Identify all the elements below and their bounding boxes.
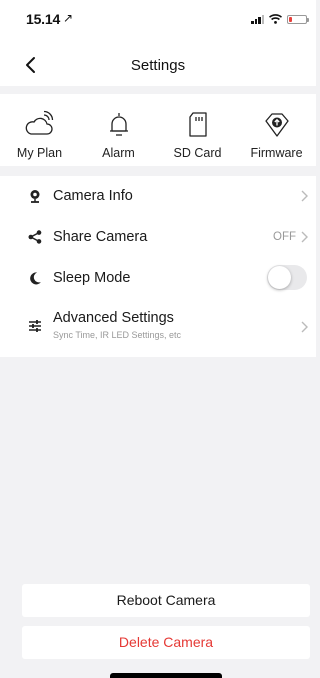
firmware-icon bbox=[264, 113, 289, 137]
quick-action-firmware[interactable]: Firmware bbox=[237, 94, 316, 166]
toggle-knob bbox=[268, 266, 291, 289]
location-arrow-icon: ↗ bbox=[63, 11, 74, 25]
share-status-value: OFF bbox=[273, 231, 296, 243]
quick-actions-bar: My Plan Alarm SD Card Firmware bbox=[0, 94, 316, 166]
bell-icon bbox=[109, 113, 128, 136]
sleep-mode-toggle[interactable] bbox=[267, 265, 307, 290]
quick-action-label: Firmware bbox=[250, 146, 303, 160]
sliders-icon bbox=[29, 320, 41, 332]
quick-action-alarm[interactable]: Alarm bbox=[79, 94, 158, 166]
camera-icon bbox=[30, 190, 40, 203]
battery-level bbox=[289, 16, 292, 22]
sd-card-icon bbox=[188, 112, 207, 137]
home-indicator bbox=[110, 673, 222, 678]
quick-action-label: SD Card bbox=[173, 146, 222, 160]
row-label: Advanced Settings bbox=[53, 310, 174, 326]
sleep-mode-row: Sleep Mode bbox=[0, 258, 316, 299]
nav-bar: Settings bbox=[0, 44, 316, 86]
cloud-plan-icon bbox=[25, 110, 53, 135]
quick-action-sd-card[interactable]: SD Card bbox=[158, 94, 237, 166]
wifi-icon bbox=[269, 14, 282, 24]
advanced-settings-row[interactable]: Advanced Settings Sync Time, IR LED Sett… bbox=[0, 299, 316, 357]
quick-action-my-plan[interactable]: My Plan bbox=[0, 94, 79, 166]
row-label: Camera Info bbox=[53, 188, 133, 204]
row-label: Sleep Mode bbox=[53, 270, 131, 286]
settings-list: Camera Info Share Camera OFF Sleep Mode bbox=[0, 176, 316, 357]
reboot-camera-button[interactable]: Reboot Camera bbox=[22, 584, 310, 617]
row-subtitle: Sync Time, IR LED Settings, etc bbox=[53, 330, 182, 340]
chevron-right-icon bbox=[301, 231, 308, 243]
share-icon bbox=[28, 230, 42, 244]
status-bar: 15.14 ↗ bbox=[0, 0, 316, 44]
share-camera-row[interactable]: Share Camera OFF bbox=[0, 217, 316, 258]
delete-camera-button[interactable]: Delete Camera bbox=[22, 626, 310, 659]
status-time: 15.14 bbox=[26, 11, 61, 27]
signal-icon bbox=[251, 14, 264, 24]
battery-icon bbox=[287, 14, 309, 24]
quick-action-label: My Plan bbox=[16, 146, 63, 160]
sleep-moon-icon bbox=[30, 272, 41, 285]
chevron-right-icon bbox=[301, 190, 308, 202]
chevron-right-icon bbox=[301, 321, 308, 333]
status-icons bbox=[251, 13, 309, 25]
row-label: Share Camera bbox=[53, 229, 148, 245]
camera-info-row[interactable]: Camera Info bbox=[0, 176, 316, 217]
quick-action-label: Alarm bbox=[102, 146, 135, 160]
page-title: Settings bbox=[130, 57, 186, 74]
